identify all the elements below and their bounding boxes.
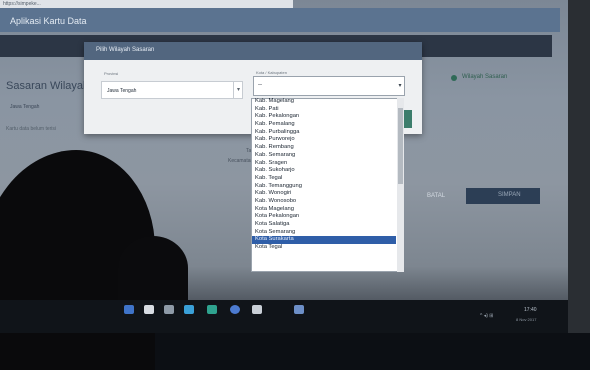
chevron-down-icon[interactable]: ▾ xyxy=(233,81,243,99)
dropdown-option[interactable]: Kab. Tegal xyxy=(252,175,396,183)
dropdown-option[interactable]: Kab. Pati xyxy=(252,106,396,114)
clock-date[interactable]: 8 Nov 2017 xyxy=(516,317,536,322)
taskbar-app-icon[interactable] xyxy=(294,305,304,314)
dropdown-option[interactable]: Kab. Sragen xyxy=(252,160,396,168)
kecamatan-label: Kecamatan xyxy=(228,158,254,164)
dropdown-option[interactable]: Kab. Purworejo xyxy=(252,136,396,144)
simpan-button-label: SIMPAN xyxy=(498,192,521,198)
clock-time[interactable]: 17:40 xyxy=(524,307,537,313)
kota-select[interactable] xyxy=(253,76,405,96)
taskbar-app-icon[interactable] xyxy=(207,305,217,314)
scrollbar-thumb[interactable] xyxy=(398,108,403,184)
dropdown-options: Kab. Magelang Kab. Pati Kab. Pekalongan Kab… xyxy=(252,98,396,252)
wilayah-sasaran-link[interactable]: Wilayah Sasaran xyxy=(462,74,507,80)
browser-address-bar[interactable]: https://simpeke... xyxy=(0,0,293,8)
dropdown-option[interactable]: Kota Magelang xyxy=(252,206,396,214)
provinsi-value: Jawa Tengah xyxy=(107,88,137,94)
taskbar-app-icon[interactable] xyxy=(230,305,240,314)
presenter-hand xyxy=(118,236,188,300)
provinsi-label: Provinsi xyxy=(104,71,119,76)
kota-label: Kota / Kabupaten xyxy=(256,70,287,75)
modal-title: Pilih Wilayah Sasaran xyxy=(96,47,155,53)
info-text: Kartu data belum terisi xyxy=(6,126,57,132)
chevron-down-icon[interactable]: ▾ xyxy=(395,77,405,95)
taskbar-app-icon[interactable] xyxy=(184,305,194,314)
monitor-bezel xyxy=(568,0,590,333)
dropdown-option[interactable]: Kab. Semarang xyxy=(252,152,396,160)
dropdown-option[interactable]: Kota Semarang xyxy=(252,229,396,237)
taskbar-app-icon[interactable] xyxy=(124,305,134,314)
dropdown-option[interactable]: Kab. Rembang xyxy=(252,144,396,152)
dropdown-option[interactable]: Kab. Sukoharjo xyxy=(252,167,396,175)
taskbar-app-icon[interactable] xyxy=(144,305,154,314)
taskbar-app-icon[interactable] xyxy=(252,305,262,314)
status-dot-icon xyxy=(451,75,457,81)
batal-button[interactable]: BATAL xyxy=(427,193,445,199)
screen: https://simpeke... Aplikasi Kartu Data S… xyxy=(0,0,590,370)
dropdown-option[interactable]: Kota Tegal xyxy=(252,244,396,252)
province-text: Jawa Tengah xyxy=(10,104,40,110)
dropdown-option[interactable]: Kota Pekalongan xyxy=(252,213,396,221)
dropdown-option[interactable]: Kab. Pekalongan xyxy=(252,113,396,121)
dropdown-option[interactable]: Kab. Wonogiri xyxy=(252,190,396,198)
dropdown-option[interactable]: Kab. Purbalingga xyxy=(252,129,396,137)
taskbar-app-icon[interactable] xyxy=(164,305,174,314)
dropdown-option[interactable]: Kab. Magelang xyxy=(252,98,396,106)
dropdown-option[interactable]: Kab. Temanggung xyxy=(252,183,396,191)
dropdown-option[interactable]: Kota Salatiga xyxy=(252,221,396,229)
dropdown-option[interactable]: Kab. Wonosobo xyxy=(252,198,396,206)
dropdown-option[interactable]: Kota Surakarta xyxy=(252,236,396,245)
system-tray[interactable]: ^ ◂) ⊞ xyxy=(480,313,494,319)
app-title: Aplikasi Kartu Data xyxy=(10,16,87,26)
kota-value: -- xyxy=(258,82,262,88)
dropdown-option[interactable]: Kab. Pemalang xyxy=(252,121,396,129)
confirm-button-edge[interactable] xyxy=(404,110,412,128)
